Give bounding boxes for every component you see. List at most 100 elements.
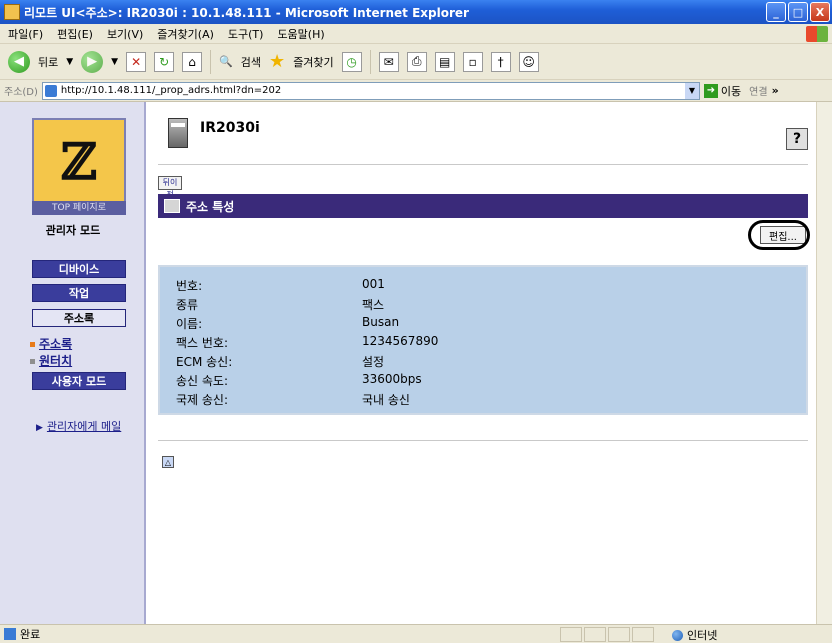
bullet-icon bbox=[30, 342, 35, 347]
internet-globe-icon bbox=[672, 629, 683, 641]
status-cell bbox=[584, 627, 606, 642]
property-value: 국내 송신 bbox=[362, 393, 410, 407]
property-key: 송신 속도: bbox=[176, 374, 229, 388]
nav-job-button[interactable]: 작업 bbox=[32, 284, 126, 302]
property-row: 송신 속도: 33600bps bbox=[176, 372, 422, 389]
history-icon[interactable]: ◷ bbox=[341, 51, 362, 72]
mail-admin-label[interactable]: 관리자에게 메일 bbox=[47, 420, 121, 433]
menu-help[interactable]: 도움말(H) bbox=[277, 26, 324, 42]
links-label[interactable]: 연결 bbox=[749, 83, 767, 98]
logo-glyph-icon: ℤ bbox=[60, 131, 98, 191]
favorites-label[interactable]: 즐겨찾기 bbox=[293, 54, 333, 70]
properties-panel: 번호: 001 종류 팩스 이름: Busan 팩스 번호: 123456789… bbox=[158, 265, 808, 415]
section-header: 주소 특성 bbox=[158, 194, 808, 218]
menu-tools[interactable]: 도구(T) bbox=[228, 26, 264, 42]
go-arrow-icon[interactable]: ➜ bbox=[703, 83, 718, 98]
back-dropdown-icon[interactable]: ▼ bbox=[66, 57, 73, 67]
property-key: 이름: bbox=[176, 317, 203, 331]
back-label[interactable]: 뒤로 bbox=[38, 54, 58, 70]
stop-icon[interactable]: ✕ bbox=[126, 51, 147, 72]
forward-dropdown-icon[interactable]: ▼ bbox=[111, 57, 118, 67]
sublink-onetouch-label[interactable]: 원터치 bbox=[39, 354, 72, 368]
property-row: 번호: 001 bbox=[176, 277, 385, 294]
sublink-onetouch[interactable]: 원터치 bbox=[30, 352, 72, 369]
property-key: ECM 송신: bbox=[176, 355, 233, 369]
status-cell bbox=[560, 627, 582, 642]
edit-button[interactable]: 편집... bbox=[760, 226, 806, 244]
windows-logo-icon bbox=[806, 26, 828, 42]
vertical-scrollbar[interactable] bbox=[816, 102, 832, 624]
section-title: 주소 특성 bbox=[186, 199, 235, 214]
toolbar: ◀ 뒤로 ▼ ▶ ▼ ✕ ↻ ⌂ 🔍 검색 ★ 즐겨찾기 ◷ ✉ ⎙ ▤ ▫ †… bbox=[0, 44, 832, 80]
mail-admin-link[interactable]: ▶ 관리자에게 메일 bbox=[36, 418, 121, 434]
sublink-addressbook[interactable]: 주소록 bbox=[30, 335, 72, 352]
app-icon bbox=[4, 4, 20, 20]
address-label: 주소(D) bbox=[4, 87, 38, 98]
bullet-icon bbox=[30, 359, 35, 364]
property-row: 종류 팩스 bbox=[176, 296, 384, 313]
mail-icon[interactable]: ✉ bbox=[378, 51, 399, 72]
property-row: 국제 송신: 국내 송신 bbox=[176, 391, 410, 408]
zone-label: 인터넷 bbox=[687, 629, 718, 642]
forward-arrow-icon[interactable]: ▶ bbox=[81, 50, 104, 73]
toolbar-separator bbox=[210, 49, 212, 74]
page-icon bbox=[44, 84, 57, 97]
folder-icon[interactable]: ▫ bbox=[462, 51, 483, 72]
divider bbox=[158, 440, 808, 441]
security-zone: 인터넷 bbox=[672, 627, 717, 643]
maximize-button[interactable]: □ bbox=[788, 2, 808, 22]
property-key: 종류 bbox=[176, 298, 199, 312]
menu-edit[interactable]: 편집(E) bbox=[57, 26, 93, 42]
search-icon[interactable]: 🔍 bbox=[219, 55, 233, 68]
property-value: Busan bbox=[362, 315, 400, 329]
go-button[interactable]: ➜ 이동 bbox=[703, 83, 741, 99]
back-arrow-icon[interactable]: ◀ bbox=[8, 50, 30, 73]
property-key: 국제 송신: bbox=[176, 393, 229, 407]
favorites-star-icon[interactable]: ★ bbox=[269, 51, 285, 72]
menu-favorites[interactable]: 즐겨찾기(A) bbox=[157, 26, 214, 42]
top-page-button[interactable]: TOP 페이지로 bbox=[32, 201, 126, 215]
address-input[interactable]: http://10.1.48.111/_prop_adrs.html?dn=20… bbox=[41, 81, 700, 100]
device-name: IR2030i bbox=[200, 120, 260, 136]
triangle-right-icon: ▶ bbox=[36, 423, 43, 433]
page-top-link[interactable]: △ bbox=[162, 456, 174, 468]
address-dropdown-icon[interactable]: ▼ bbox=[684, 82, 699, 99]
left-navigation: ℤ TOP 페이지로 관리자 모드 디바이스 작업 주소록 주소록 원터치 사용… bbox=[0, 102, 146, 624]
address-bar: 주소(D) http://10.1.48.111/_prop_adrs.html… bbox=[0, 80, 832, 102]
address-url[interactable]: http://10.1.48.111/_prop_adrs.html?dn=20… bbox=[61, 85, 685, 96]
sublink-addressbook-label[interactable]: 주소록 bbox=[39, 337, 72, 351]
status-bar: 완료 인터넷 bbox=[0, 624, 832, 643]
property-row: 이름: Busan bbox=[176, 315, 399, 332]
window-title: 리모트 UI<주소>: IR2030i : 10.1.48.111 - Micr… bbox=[24, 5, 469, 20]
edit-page-icon[interactable]: ▤ bbox=[434, 51, 455, 72]
status-text: 완료 bbox=[20, 628, 41, 641]
user-mode-button[interactable]: 사용자 모드 bbox=[32, 372, 126, 390]
printer-icon bbox=[168, 118, 188, 148]
menu-file[interactable]: 파일(F) bbox=[8, 26, 43, 42]
go-label[interactable]: 이동 bbox=[721, 83, 741, 99]
property-value: 팩스 bbox=[362, 298, 385, 312]
refresh-icon[interactable]: ↻ bbox=[154, 51, 175, 72]
status-cell bbox=[608, 627, 630, 642]
search-label[interactable]: 검색 bbox=[241, 54, 261, 70]
bluetooth-icon[interactable]: † bbox=[490, 51, 511, 72]
print-icon[interactable]: ⎙ bbox=[406, 51, 427, 72]
toolbar-separator bbox=[369, 49, 371, 74]
menu-view[interactable]: 보기(V) bbox=[107, 26, 143, 42]
property-value: 001 bbox=[362, 277, 385, 291]
property-key: 번호: bbox=[176, 279, 203, 293]
help-button[interactable]: ? bbox=[786, 128, 808, 150]
back-button[interactable]: 뒤이전 bbox=[158, 176, 182, 199]
mode-label: 관리자 모드 bbox=[45, 224, 101, 237]
remote-ui-logo[interactable]: ℤ bbox=[32, 118, 126, 204]
property-row: 팩스 번호: 1234567890 bbox=[176, 334, 438, 351]
nav-device-button[interactable]: 디바이스 bbox=[32, 260, 126, 278]
close-button[interactable]: X bbox=[810, 2, 830, 22]
home-icon[interactable]: ⌂ bbox=[182, 51, 203, 72]
address-book-icon bbox=[164, 199, 180, 213]
minimize-button[interactable]: _ bbox=[766, 2, 786, 22]
property-value: 1234567890 bbox=[362, 334, 439, 348]
messenger-icon[interactable]: ☺ bbox=[518, 51, 539, 72]
nav-addressbook-button[interactable]: 주소록 bbox=[32, 309, 126, 327]
chevron-right-icon[interactable]: » bbox=[772, 84, 779, 97]
